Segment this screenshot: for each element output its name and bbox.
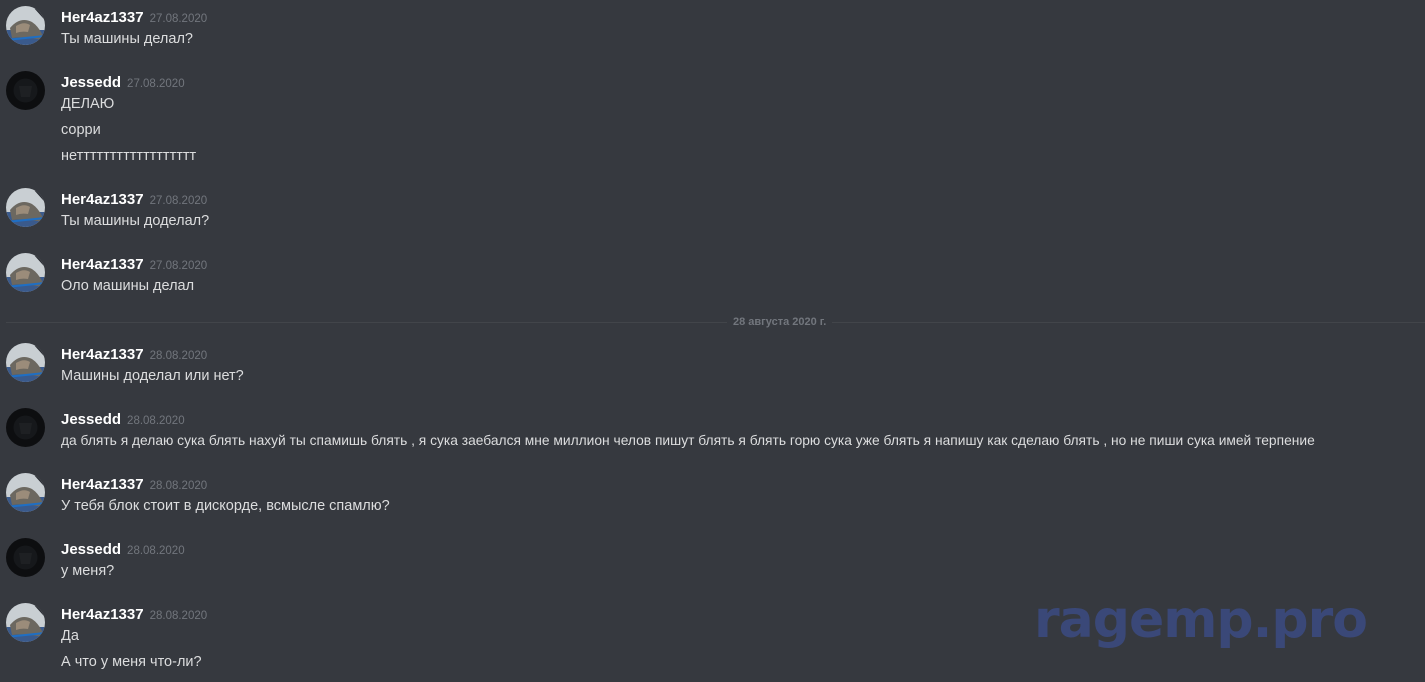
message-group: Her4az1337 28.08.2020 Машины доделал или … xyxy=(0,343,1425,389)
timestamp: 27.08.2020 xyxy=(149,260,208,272)
user-avatar[interactable] xyxy=(6,253,45,292)
message-text: Оло машины делал xyxy=(61,278,195,294)
user-avatar[interactable] xyxy=(6,603,45,642)
avatar-jessedd-icon xyxy=(6,408,45,447)
message-text: Ты машины делал? xyxy=(61,31,193,47)
timestamp: 28.08.2020 xyxy=(149,610,208,622)
avatar-her4az-icon xyxy=(6,253,45,292)
chat-messages: Her4az1337 27.08.2020 Ты машины делал? Je… xyxy=(0,0,1425,682)
username[interactable]: Her4az1337 xyxy=(61,9,144,26)
user-avatar[interactable] xyxy=(6,473,45,512)
message-text: А что у меня что-ли? xyxy=(61,654,202,670)
message-group: Jessedd 27.08.2020 ДЕЛАЮ сорри нетттттттт… xyxy=(0,71,1425,169)
avatar-jessedd-icon xyxy=(6,71,45,110)
message-text: сорри xyxy=(61,122,101,138)
message-group: Jessedd 28.08.2020 у меня? xyxy=(0,538,1425,584)
date-divider-line xyxy=(6,322,1425,323)
message-group: Her4az1337 27.08.2020 Ты машины делал? xyxy=(0,6,1425,52)
timestamp: 28.08.2020 xyxy=(127,415,185,427)
timestamp: 28.08.2020 xyxy=(149,480,208,492)
message-group: Jessedd 28.08.2020 да блять я делаю сука … xyxy=(0,408,1425,454)
message-text: ДЕЛАЮ xyxy=(61,96,115,112)
avatar-her4az-icon xyxy=(6,343,45,382)
avatar-jessedd-icon xyxy=(6,538,45,577)
message-text: у меня? xyxy=(61,563,115,579)
user-avatar[interactable] xyxy=(6,343,45,382)
user-avatar[interactable] xyxy=(6,188,45,227)
watermark: ragemp.pro xyxy=(1034,590,1368,650)
message-header: Her4az1337 28.08.2020 xyxy=(61,345,207,365)
avatar-her4az-icon xyxy=(6,6,45,45)
user-avatar[interactable] xyxy=(6,6,45,45)
user-avatar[interactable] xyxy=(6,538,45,577)
message-header: Her4az1337 27.08.2020 xyxy=(61,255,207,275)
timestamp: 27.08.2020 xyxy=(149,13,208,25)
timestamp: 28.08.2020 xyxy=(127,545,185,557)
username[interactable]: Her4az1337 xyxy=(61,191,144,208)
message-text: Машины доделал или нет? xyxy=(61,368,244,384)
date-divider-label: 28 августа 2020 г. xyxy=(727,315,833,329)
message-group: Her4az1337 27.08.2020 Ты машины доделал? xyxy=(0,188,1425,234)
user-avatar[interactable] xyxy=(6,408,45,447)
username[interactable]: Jessedd xyxy=(61,411,121,428)
avatar-her4az-icon xyxy=(6,473,45,512)
username[interactable]: Her4az1337 xyxy=(61,606,144,623)
message-header: Her4az1337 27.08.2020 xyxy=(61,8,207,28)
message-header: Her4az1337 28.08.2020 xyxy=(61,475,207,495)
message-text: да блять я делаю сука блять нахуй ты спа… xyxy=(61,433,1315,448)
username[interactable]: Her4az1337 xyxy=(61,256,144,273)
message-text: У тебя блок стоит в дискорде, всмысле сп… xyxy=(61,498,390,514)
message-group: Her4az1337 28.08.2020 У тебя блок стоит в… xyxy=(0,473,1425,519)
username[interactable]: Her4az1337 xyxy=(61,346,144,363)
message-header: Jessedd 28.08.2020 xyxy=(61,410,185,430)
timestamp: 27.08.2020 xyxy=(149,195,208,207)
avatar-her4az-icon xyxy=(6,188,45,227)
message-header: Jessedd 28.08.2020 xyxy=(61,540,185,560)
message-header: Her4az1337 28.08.2020 xyxy=(61,605,207,625)
message-header: Her4az1337 27.08.2020 xyxy=(61,190,207,210)
avatar-her4az-icon xyxy=(6,603,45,642)
message-text: Ты машины доделал? xyxy=(61,213,210,229)
message-header: Jessedd 27.08.2020 xyxy=(61,73,185,93)
user-avatar[interactable] xyxy=(6,71,45,110)
message-group: Her4az1337 27.08.2020 Оло машины делал xyxy=(0,253,1425,299)
timestamp: 27.08.2020 xyxy=(127,78,185,90)
username[interactable]: Her4az1337 xyxy=(61,476,144,493)
username[interactable]: Jessedd xyxy=(61,541,121,558)
timestamp: 28.08.2020 xyxy=(149,350,208,362)
message-text: Да xyxy=(61,628,79,644)
message-text: нетттттттттттттттттт xyxy=(61,148,197,164)
username[interactable]: Jessedd xyxy=(61,74,121,91)
